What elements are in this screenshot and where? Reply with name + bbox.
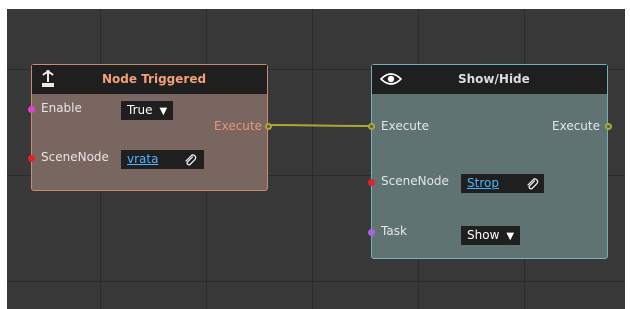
scenenode-field[interactable]: Strop (461, 174, 544, 193)
enable-dropdown-value: True (127, 103, 153, 117)
task-dropdown[interactable]: Show ▼ (461, 226, 521, 245)
chevron-down-icon: ▼ (159, 106, 168, 117)
paperclip-icon[interactable] (183, 152, 197, 171)
show-hide-node[interactable]: Show/Hide Execute Execute SceneNode Stro… (368, 64, 612, 259)
execute-input-label: Execute (381, 119, 429, 133)
node-title: Show/Hide (458, 72, 530, 86)
scenenode-label: SceneNode (41, 150, 109, 164)
eye-icon (379, 71, 403, 91)
scenenode-input-port[interactable] (368, 179, 375, 186)
enable-input-port[interactable] (28, 106, 35, 113)
node-triggered[interactable]: Node Triggered Enable True ▼ Execute Scen… (28, 64, 272, 191)
execute-input-port[interactable] (368, 123, 375, 130)
scenenode-input-port[interactable] (28, 155, 35, 162)
node-graph-canvas[interactable]: Node Triggered Enable True ▼ Execute Scen… (7, 9, 625, 309)
execute-output-port[interactable] (605, 123, 612, 130)
execute-output-port[interactable] (265, 123, 272, 130)
trigger-lever-icon (39, 69, 57, 93)
node-triggered-header[interactable]: Node Triggered (32, 65, 267, 94)
scenenode-field[interactable]: vrata (121, 150, 204, 169)
enable-dropdown[interactable]: True ▼ (121, 101, 174, 120)
paperclip-icon[interactable] (525, 176, 539, 195)
task-dropdown-value: Show (467, 228, 500, 242)
show-hide-header[interactable]: Show/Hide (372, 65, 607, 94)
execute-output-label: Execute (552, 119, 600, 133)
execute-output-label: Execute (214, 119, 262, 133)
chevron-down-icon: ▼ (506, 231, 515, 242)
task-label: Task (381, 224, 407, 238)
enable-label: Enable (41, 101, 82, 115)
scenenode-link[interactable]: vrata (127, 152, 158, 166)
node-title: Node Triggered (102, 72, 207, 86)
task-input-port[interactable] (368, 229, 375, 236)
scenenode-label: SceneNode (381, 174, 449, 188)
scenenode-link[interactable]: Strop (467, 176, 499, 190)
